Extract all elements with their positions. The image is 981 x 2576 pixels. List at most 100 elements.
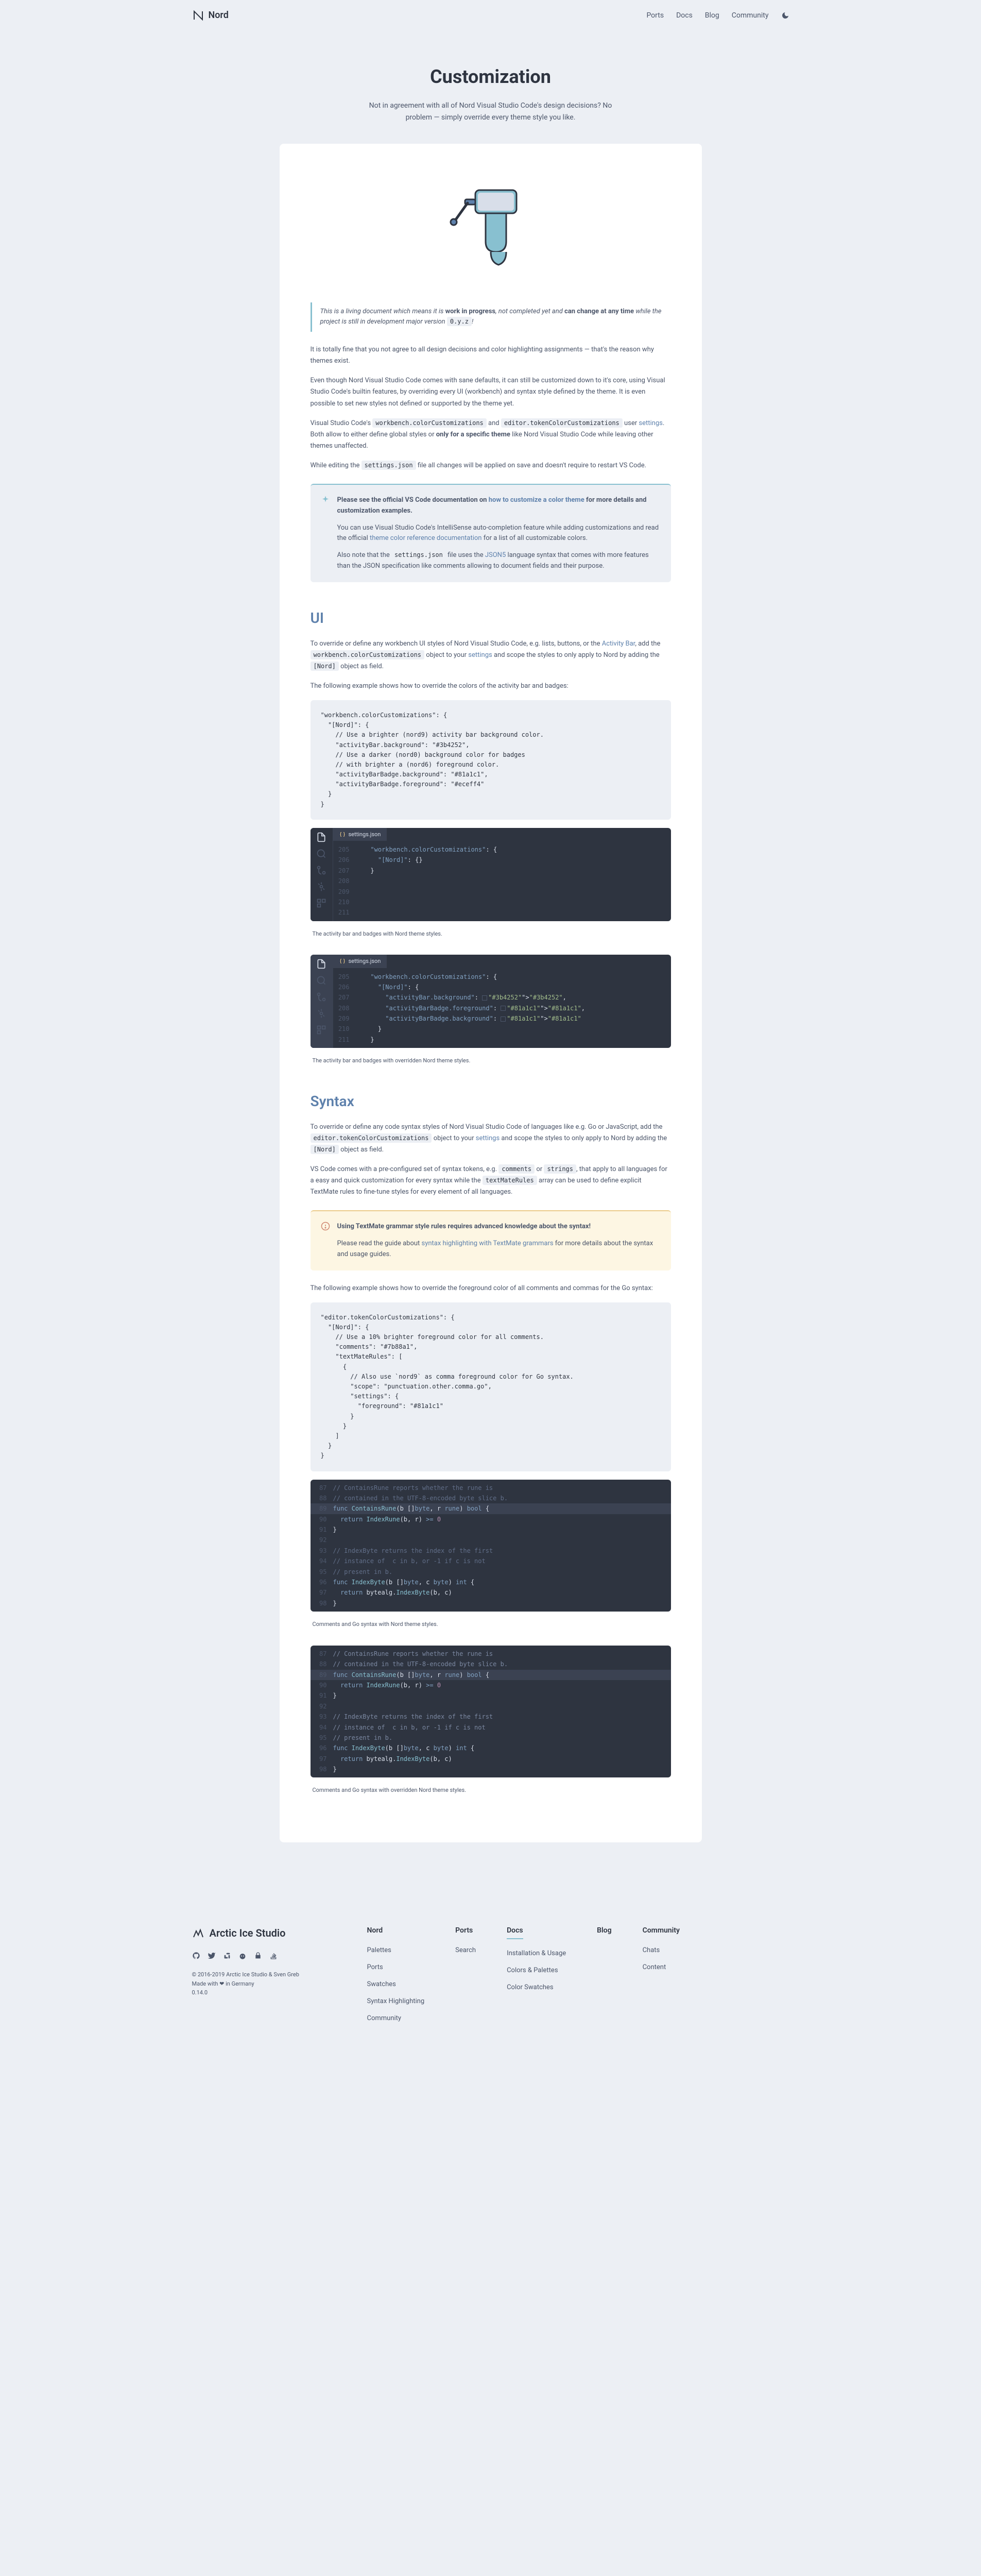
sparkle-icon [321,495,330,504]
footer-link[interactable]: Content [643,1963,666,1971]
footer-link[interactable]: Search [455,1946,476,1954]
warning-icon [321,1222,330,1231]
wip-callout: This is a living document which means it… [311,302,671,332]
code-line: 209 [333,887,671,897]
footer-col-community: CommunityChatsContent [643,1925,680,2029]
code-line: 91} [311,1524,671,1535]
paint-roller-icon [439,175,542,278]
code-line: 96func IndexByte(b []byte, c byte) int { [311,1577,671,1587]
code-line: 211 } [333,1035,671,1045]
footer-brand: Arctic Ice Studio © 2016-2019 Arctic Ice… [192,1925,326,2029]
editor-tab: settings.json [333,955,387,968]
go-caption-1: Comments and Go syntax with Nord theme s… [311,1620,671,1629]
settings-link-2[interactable]: settings [468,651,492,659]
settings-link-3[interactable]: settings [476,1134,500,1142]
vscode-docs-link[interactable]: how to customize a color theme [489,496,584,504]
json-file-icon [339,958,346,964]
footer-col-title: Nord [367,1925,425,1936]
footer-link[interactable]: Community [367,2014,402,2022]
source-control-icon [316,992,326,1002]
footer-link[interactable]: Syntax Highlighting [367,1997,425,2005]
code-line: 98} [311,1598,671,1608]
go-editor-1: 87// ContainsRune reports whether the ru… [311,1480,671,1612]
github-icon[interactable] [192,1952,200,1960]
footer-link[interactable]: Palettes [367,1946,391,1954]
editor-tab: settings.json [333,828,387,841]
intro-p3: Visual Studio Code's workbench.colorCust… [311,418,671,452]
debug-icon [316,882,326,892]
nav-docs[interactable]: Docs [676,10,693,21]
brand-logo[interactable]: Nord [192,8,229,23]
footer-link[interactable]: Ports [367,1963,383,1971]
code-line: 87// ContainsRune reports whether the ru… [311,1649,671,1659]
code-line: 210 [333,897,671,907]
code-line: 206 "[Nord]": {} [333,855,671,865]
code-line: 89func ContainsRune(b []byte, r rune) bo… [311,1503,671,1514]
footer-col-title: Blog [597,1925,611,1936]
page-title: Customization [10,62,971,92]
code-line: 93// IndexByte returns the index of the … [311,1546,671,1556]
code-line: 210 } [333,1024,671,1034]
footer-link[interactable]: Color Swatches [507,1984,553,1991]
json5-link[interactable]: JSON5 [485,551,506,559]
footer-link[interactable]: Colors & Palettes [507,1967,558,1974]
debug-icon [316,1008,326,1019]
footer-link[interactable]: Installation & Usage [507,1950,566,1957]
nav-community[interactable]: Community [732,10,769,21]
footer-col-docs: DocsInstallation & UsageColors & Palette… [507,1925,566,2029]
hero-illustration [311,175,671,281]
editor-code-area: 205 "workbench.colorCustomizations": {20… [333,841,671,921]
stackoverflow-icon[interactable] [269,1952,278,1960]
search-icon [316,975,326,986]
files-icon [316,832,326,842]
theme-color-ref-link[interactable]: theme color reference documentation [370,534,482,542]
intro-p1: It is totally fine that you not agree to… [311,344,671,367]
code-line: 205 "workbench.colorCustomizations": { [333,844,671,855]
reddit-icon[interactable] [238,1952,247,1960]
code-line: 90 return IndexRune(b, r) >= 0 [311,1514,671,1524]
code-line: 90 return IndexRune(b, r) >= 0 [311,1680,671,1690]
semver-link[interactable]: 0.y.z [447,318,472,326]
nav-blog[interactable]: Blog [705,10,719,21]
warning-callout: Using TextMate grammar style rules requi… [311,1210,671,1270]
code-line: 209 "activityBarBadge.background": "#81a… [333,1013,671,1024]
page-subtitle: Not in agreement with all of Nord Visual… [362,100,619,123]
caption-2: The activity bar and badges with overrid… [311,1056,671,1065]
code-line: 97 return bytealg.IndexByte(b, c) [311,1754,671,1764]
info-callout: Please see the official VS Code document… [311,484,671,582]
code-line: 208 [333,876,671,886]
slack-icon[interactable] [223,1952,231,1960]
go-code-area: 87// ContainsRune reports whether the ru… [311,1646,671,1778]
ui-heading: UI [311,607,671,630]
code-line: 97 return bytealg.IndexByte(b, c) [311,1587,671,1598]
footer-link[interactable]: Swatches [367,1980,396,1988]
code-line: 206 "[Nord]": { [333,982,671,992]
activity-bar-custom [311,955,333,1048]
syntax-p3: The following example shows how to overr… [311,1283,671,1294]
code-line: 96func IndexByte(b []byte, c byte) int { [311,1743,671,1753]
footer-link[interactable]: Chats [643,1946,660,1954]
files-icon [316,959,326,969]
syntax-p2: VS Code comes with a pre-configured set … [311,1164,671,1198]
code-line: 95// present in b. [311,1567,671,1577]
code-line: 95// present in b. [311,1733,671,1743]
syntax-code-example: "editor.tokenColorCustomizations": { "[N… [311,1302,671,1471]
nord-logo-icon [192,9,204,22]
activity-bar-link[interactable]: Activity Bar [602,640,635,648]
moon-icon[interactable] [781,11,789,20]
nav-ports[interactable]: Ports [646,10,664,21]
intro-p4: While editing the settings.json file all… [311,460,671,471]
activity-bar [311,828,333,921]
arctic-logo-icon [192,1927,204,1939]
settings-link[interactable]: settings [639,419,662,427]
ui-code-example: "workbench.colorCustomizations": { "[Nor… [311,700,671,820]
keybase-icon[interactable] [254,1952,262,1960]
go-editor-2: 87// ContainsRune reports whether the ru… [311,1646,671,1778]
footer-col-nord: Nord Palettes Ports Swatches Syntax Highligh… [367,1925,425,2029]
editor-code-area: 205 "workbench.colorCustomizations": {20… [333,969,671,1048]
ui-p2: The following example shows how to overr… [311,681,671,692]
code-line: 92 [311,1535,671,1545]
twitter-icon[interactable] [208,1952,216,1960]
textmate-guide-link[interactable]: syntax highlighting with TextMate gramma… [422,1240,554,1247]
caption-1: The activity bar and badges with Nord th… [311,929,671,939]
